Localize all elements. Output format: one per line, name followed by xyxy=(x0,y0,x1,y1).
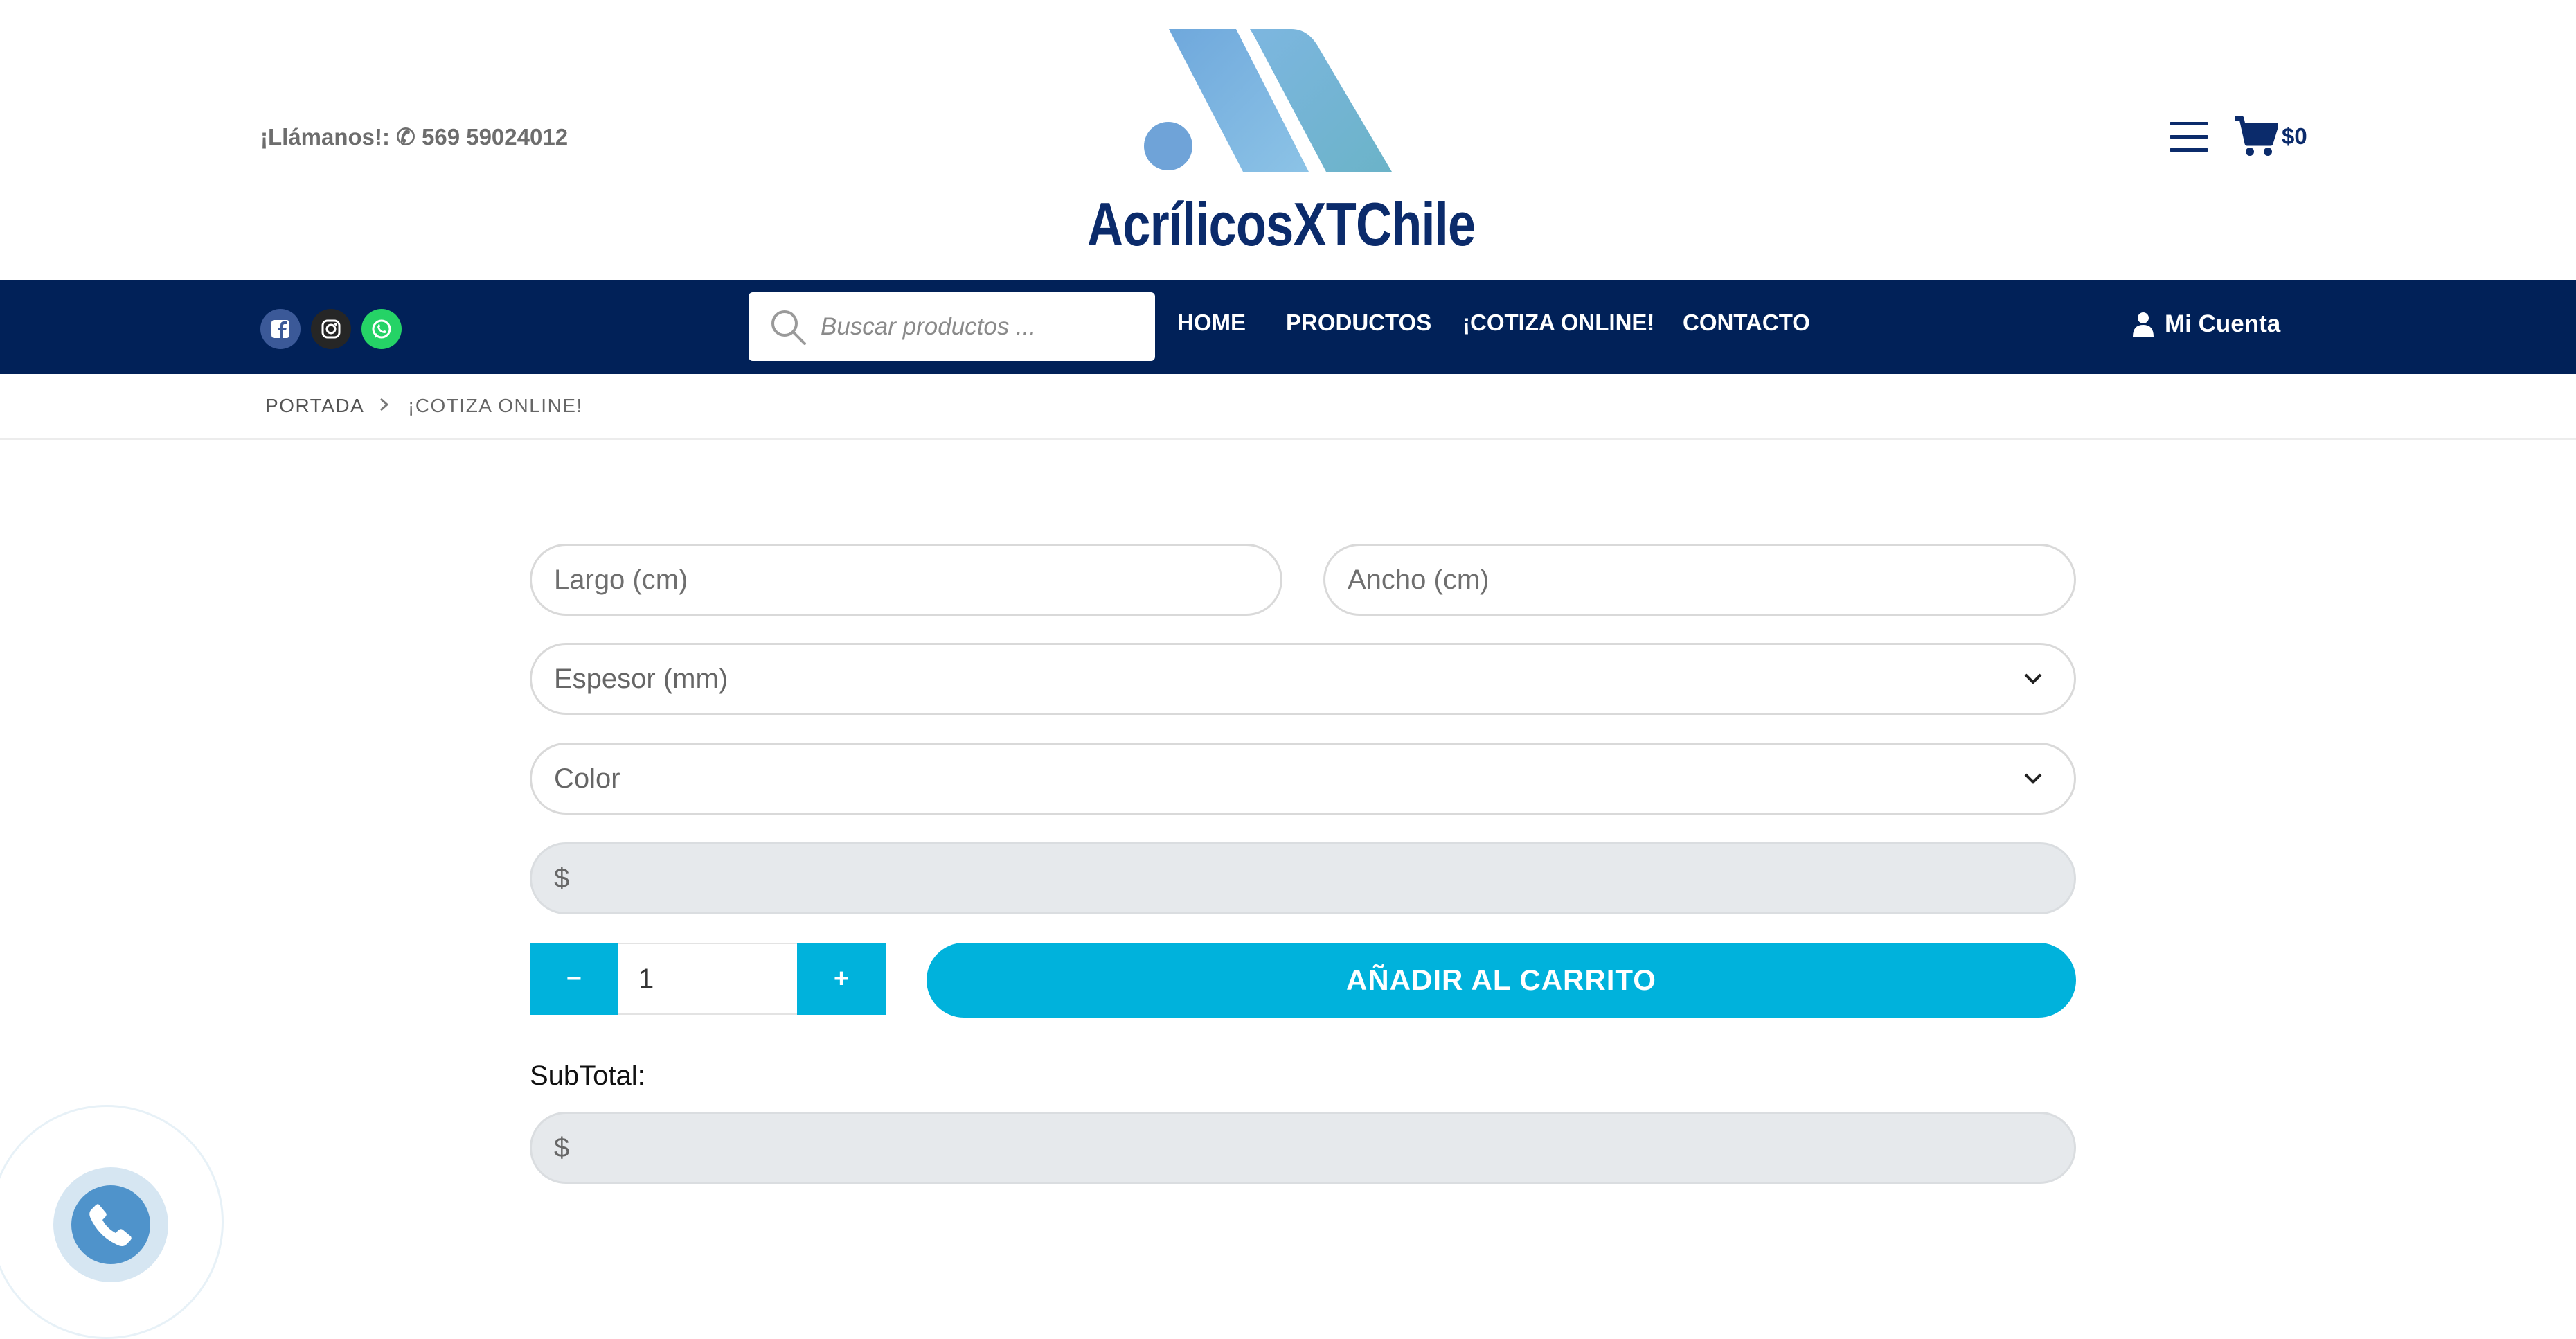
subtotal-label: SubTotal: xyxy=(530,1061,645,1091)
nav-home[interactable]: HOME xyxy=(1177,310,1246,336)
cart-total: $0 xyxy=(2282,123,2307,149)
instagram-icon[interactable] xyxy=(311,309,351,349)
color-selected-value: Color xyxy=(554,763,620,794)
nav-contacto[interactable]: CONTACTO xyxy=(1683,310,1810,336)
chevron-down-icon xyxy=(2024,773,2042,784)
account-label: Mi Cuenta xyxy=(2165,310,2281,337)
product-search xyxy=(749,292,1155,361)
subtotal-field: $ xyxy=(530,1112,2076,1184)
shopping-cart-icon xyxy=(2235,116,2278,156)
search-icon[interactable] xyxy=(769,308,807,346)
quantity-value: 1 xyxy=(638,964,654,994)
ancho-input[interactable] xyxy=(1348,546,2052,614)
quantity-field[interactable]: 1 xyxy=(618,943,798,1015)
my-account-link[interactable]: Mi Cuenta xyxy=(2133,310,2280,338)
breadcrumb-home[interactable]: PORTADA xyxy=(265,395,364,417)
whatsapp-icon[interactable] xyxy=(361,309,402,349)
price-field: $ xyxy=(530,842,2076,914)
breadcrumb-current: ¡COTIZA ONLINE! xyxy=(408,395,583,416)
largo-input[interactable] xyxy=(554,546,1258,614)
price-value: $ xyxy=(554,863,570,894)
subtotal-value: $ xyxy=(554,1133,570,1163)
user-icon xyxy=(2133,312,2154,337)
hamburger-menu-icon[interactable] xyxy=(2170,122,2208,152)
ancho-field xyxy=(1323,544,2076,616)
quantity-decrease-button[interactable]: − xyxy=(530,943,618,1015)
quantity-increase-button[interactable]: + xyxy=(797,943,886,1015)
search-input[interactable] xyxy=(821,312,1132,341)
chevron-right-icon xyxy=(380,398,389,411)
cart-button[interactable]: $0 xyxy=(2233,114,2307,159)
add-to-cart-button[interactable]: AÑADIR AL CARRITO xyxy=(927,943,2076,1018)
phone-icon xyxy=(89,1204,132,1246)
phone-contact-text: ¡Llámanos!: ✆ 569 59024012 xyxy=(260,124,569,150)
largo-field xyxy=(530,544,1282,616)
nav-productos[interactable]: PRODUCTOS xyxy=(1286,310,1431,336)
brand-logo-text: AcrílicosXTChile xyxy=(1087,190,1476,258)
espesor-select[interactable]: Espesor (mm) xyxy=(530,643,2076,715)
espesor-selected-value: Espesor (mm) xyxy=(554,664,728,694)
call-button[interactable] xyxy=(53,1167,168,1282)
chevron-down-icon xyxy=(2024,673,2042,684)
facebook-icon[interactable] xyxy=(260,309,301,349)
nav-cotiza-online[interactable]: ¡COTIZA ONLINE! xyxy=(1463,310,1654,336)
color-select[interactable]: Color xyxy=(530,743,2076,815)
